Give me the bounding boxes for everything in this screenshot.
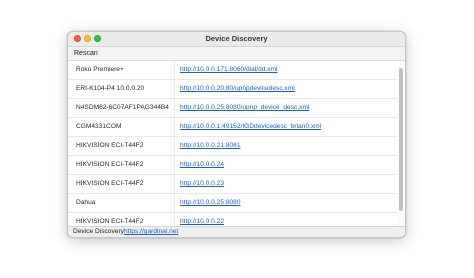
column-divider bbox=[174, 99, 175, 117]
window-title: Device Discovery bbox=[205, 34, 268, 43]
status-app-label: Device Discovery bbox=[73, 228, 124, 235]
column-divider bbox=[174, 156, 175, 174]
device-url-link[interactable]: http://10.0.0.24 bbox=[180, 156, 224, 174]
column-divider bbox=[174, 213, 175, 226]
toolbar: Rescan bbox=[68, 47, 405, 61]
rescan-button[interactable]: Rescan bbox=[74, 48, 98, 59]
device-name: Dahua bbox=[76, 199, 96, 206]
device-discovery-window: Device Discovery Rescan Roku Premiere+ h… bbox=[67, 31, 406, 238]
device-url-link[interactable]: http://10.0.0.20:80/upnpdevicedesc.xml bbox=[180, 80, 295, 98]
column-divider bbox=[174, 80, 175, 98]
device-row: HIKVISION ECI-T44F2 http://10.0.0.23 bbox=[68, 175, 397, 194]
device-name: HIKVISION ECI-T44F2 bbox=[76, 180, 144, 187]
device-name: CGM4331COM bbox=[76, 123, 122, 130]
device-row: Dahua http://10.0.0.25:8080 bbox=[68, 194, 397, 213]
device-row: Roku Premiere+ http://10.0.0.171:8060/di… bbox=[68, 61, 397, 80]
vertical-scrollbar[interactable] bbox=[398, 61, 404, 226]
device-url-link[interactable]: http://10.0.0.22 bbox=[180, 213, 224, 226]
device-url-link[interactable]: http://10.0.0.171:8060/dial/dd.xml bbox=[180, 61, 278, 79]
device-url-link[interactable]: http://10.0.0.25:8080 bbox=[180, 194, 241, 212]
column-divider bbox=[174, 194, 175, 212]
status-bar: Device Discovery https://gardinal.net bbox=[68, 226, 405, 237]
device-list[interactable]: Roku Premiere+ http://10.0.0.171:8060/di… bbox=[68, 61, 405, 226]
column-divider bbox=[174, 118, 175, 136]
website-link[interactable]: https://gardinal.net bbox=[124, 227, 178, 237]
device-name: Roku Premiere+ bbox=[76, 66, 124, 73]
device-name: HIKVISION ECI-T44F2 bbox=[76, 161, 144, 168]
device-row: HIKVISION ECI-T44F2 http://10.0.0.22 bbox=[68, 213, 397, 226]
device-url-link[interactable]: http://10.0.0.25:8080/upnp_device_desc.x… bbox=[180, 99, 309, 117]
device-name: HIKVISION ECI-T44F2 bbox=[76, 218, 144, 225]
device-url-link[interactable]: http://10.0.0.23 bbox=[180, 175, 224, 193]
device-name: ERI-K104-P4 10.0.0.20 bbox=[76, 85, 145, 92]
device-row: ERI-K104-P4 10.0.0.20 http://10.0.0.20:8… bbox=[68, 80, 397, 99]
device-name: N4SDM62-6C07AF1PAG344B4 bbox=[76, 104, 169, 111]
device-row: HIKVISION ECI-T44F2 http://10.0.0.21:808… bbox=[68, 137, 397, 156]
column-divider bbox=[174, 137, 175, 155]
device-row: HIKVISION ECI-T44F2 http://10.0.0.24 bbox=[68, 156, 397, 175]
title-bar[interactable]: Device Discovery bbox=[68, 32, 405, 47]
device-url-link[interactable]: http://10.0.0.1:49152/IGDdevicedesc_brla… bbox=[180, 118, 321, 136]
scrollbar-thumb[interactable] bbox=[399, 68, 403, 211]
device-row: N4SDM62-6C07AF1PAG344B4 http://10.0.0.25… bbox=[68, 99, 397, 118]
device-url-link[interactable]: http://10.0.0.21:8081 bbox=[180, 137, 241, 155]
column-divider bbox=[174, 61, 175, 79]
column-divider bbox=[174, 175, 175, 193]
device-name: HIKVISION ECI-T44F2 bbox=[76, 142, 144, 149]
device-row: CGM4331COM http://10.0.0.1:49152/IGDdevi… bbox=[68, 118, 397, 137]
